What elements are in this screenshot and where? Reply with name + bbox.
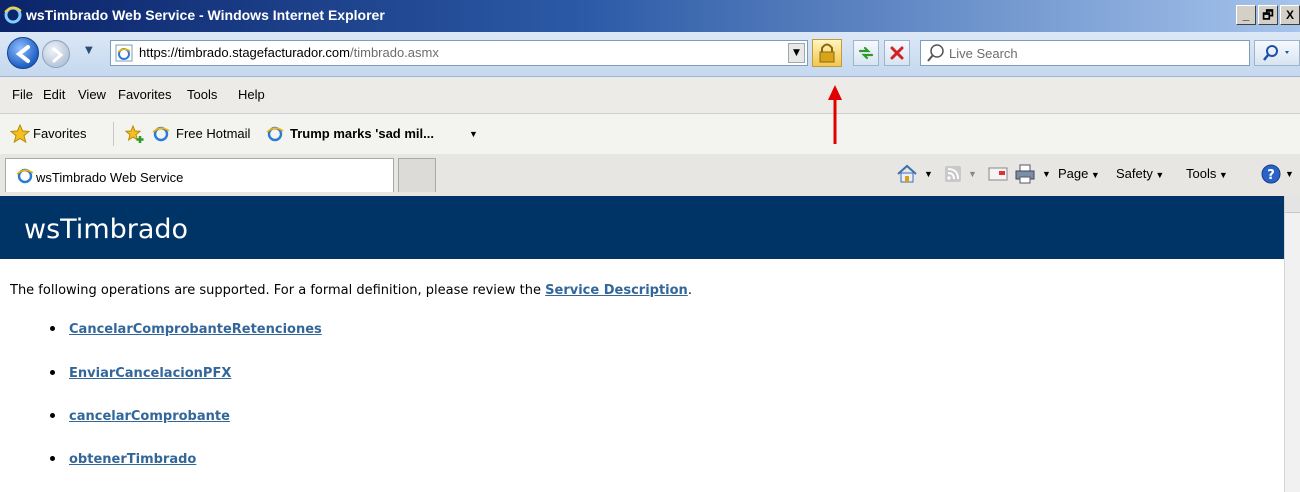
security-lock-button[interactable] [812,39,842,67]
bullet-icon [50,413,55,418]
bullet-icon [50,370,55,375]
intro-text: The following operations are supported. … [10,283,542,298]
new-tab-button[interactable] [398,158,436,192]
menu-help[interactable]: Help [238,87,265,102]
safety-menu-label: Safety [1116,166,1153,181]
address-input[interactable]: https://timbrado.stagefacturador.com/tim… [110,40,808,66]
search-icon [1263,45,1289,61]
service-description-link[interactable]: Service Description [545,283,688,298]
favorites-button[interactable]: Favorites [33,126,86,141]
title-bar: wsTimbrado Web Service - Windows Interne… [0,0,1300,32]
stop-button[interactable] [884,40,910,66]
tab-wstimbrado[interactable]: wsTimbrado Web Service [5,158,394,192]
operation-link-cancelar-comprobante[interactable]: cancelarComprobante [69,409,230,424]
operation-link-cancelar-retenciones[interactable]: CancelarComprobanteRetenciones [69,322,322,337]
print-dropdown-icon[interactable]: ▼ [1042,169,1051,179]
favorite-link-hotmail[interactable]: Free Hotmail [176,126,250,141]
help-icon[interactable]: ? [1260,163,1282,185]
restore-button[interactable]: 🗗 [1258,5,1278,25]
bullet-icon [50,456,55,461]
close-window-button[interactable]: X [1280,5,1300,25]
search-button[interactable] [1254,40,1300,66]
intro-period: . [687,283,692,298]
list-item: CancelarComprobanteRetenciones [50,322,322,337]
refresh-icon [858,46,874,60]
favorites-more-dropdown-icon[interactable]: ▼ [469,129,478,139]
back-button[interactable] [7,37,39,69]
url-host: https://timbrado.stagefacturador.com [139,45,350,60]
menu-bar: File Edit View Favorites Tools Help [0,77,1300,114]
annotation-arrow-icon [828,85,842,144]
menu-file[interactable]: File [12,87,33,102]
svg-text:?: ? [1267,168,1275,183]
page-menu-label: Page [1058,166,1089,181]
feeds-icon[interactable] [944,165,962,183]
search-field-icon [927,44,944,62]
tools-menu-label: Tools [1186,166,1217,181]
add-favorites-icon[interactable] [124,124,146,144]
tab-label: wsTimbrado Web Service [36,170,184,185]
list-item: EnviarCancelacionPFX [50,366,231,381]
menu-view[interactable]: View [78,87,106,102]
favorites-star-icon [10,124,30,144]
back-arrow-icon [15,45,30,63]
forward-arrow-icon [52,47,64,63]
menu-edit[interactable]: Edit [43,87,65,102]
search-placeholder: Live Search [949,46,1018,61]
operation-link-enviar-cancelacion[interactable]: EnviarCancelacionPFX [69,366,231,381]
list-item: obtenerTimbrado [50,452,196,467]
intro-paragraph: The following operations are supported. … [10,283,692,298]
favorite-link-news[interactable]: Trump marks 'sad mil... [290,126,434,141]
favorites-separator [113,122,114,146]
tab-ie-icon [16,168,34,184]
tab-row: wsTimbrado Web Service ▼ ▼ ▼ Page ▼ Safe… [0,154,1300,197]
list-item: cancelarComprobante [50,409,230,424]
news-ie-icon [266,126,284,142]
favorites-bar: Favorites Free Hotmail Trump marks 'sad … [0,114,1300,155]
stop-icon [890,46,904,60]
menu-tools[interactable]: Tools [187,87,217,102]
hotmail-ie-icon [152,126,170,142]
page-menu[interactable]: Page ▼ [1058,166,1100,181]
lock-icon [819,43,835,63]
refresh-button[interactable] [853,40,879,66]
search-input[interactable]: Live Search [920,40,1250,66]
recent-pages-dropdown-icon[interactable]: ▼ [85,45,93,56]
address-url: https://timbrado.stagefacturador.com/tim… [139,45,439,60]
minimize-button[interactable]: _ [1236,5,1256,25]
page-title: wsTimbrado [24,214,189,245]
ie-logo-icon [4,6,22,24]
safety-menu[interactable]: Safety ▼ [1116,166,1164,181]
mail-icon[interactable] [988,166,1008,182]
url-path: /timbrado.asmx [350,45,439,60]
scroll-up-button[interactable] [1285,196,1300,213]
home-icon[interactable] [896,164,918,184]
help-dropdown-icon[interactable]: ▼ [1285,169,1294,179]
page-ie-icon [115,44,133,62]
menu-favorites[interactable]: Favorites [118,87,171,102]
print-icon[interactable] [1014,164,1036,184]
window-title: wsTimbrado Web Service - Windows Interne… [26,7,385,23]
address-toolbar: ▼ https://timbrado.stagefacturador.com/t… [0,32,1300,77]
home-dropdown-icon[interactable]: ▼ [924,169,933,179]
forward-button[interactable] [42,40,70,68]
feeds-dropdown-icon[interactable]: ▼ [968,169,977,179]
tools-menu[interactable]: Tools ▼ [1186,166,1228,181]
page-content: wsTimbrado The following operations are … [0,196,1284,492]
vertical-scrollbar[interactable] [1284,196,1300,492]
address-dropdown-button[interactable]: ▼ [788,43,805,63]
bullet-icon [50,326,55,331]
page-heading-bar: wsTimbrado [0,196,1284,259]
operation-link-obtener-timbrado[interactable]: obtenerTimbrado [69,452,196,467]
